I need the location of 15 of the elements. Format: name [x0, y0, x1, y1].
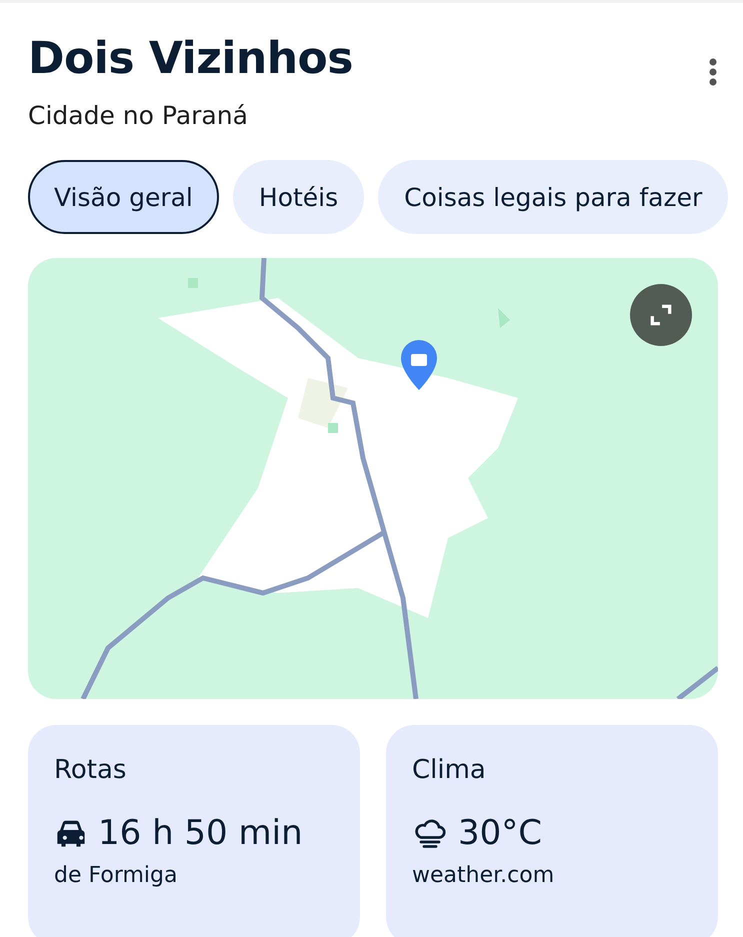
card-value: 30°C [458, 813, 542, 854]
place-title: Dois Vizinhos [28, 35, 353, 84]
info-card[interactable]: Rotas 16 h 50 min de Formiga [28, 725, 360, 937]
card-source: de Formiga [54, 863, 178, 888]
more-options-icon[interactable] [707, 57, 719, 87]
tab[interactable]: Hotéis [232, 160, 364, 234]
card-value: 16 h 50 min [98, 813, 303, 854]
info-card[interactable]: Clima 30°C weather.com [386, 725, 718, 937]
card-title: Rotas [54, 755, 128, 786]
card-title: Clima [412, 755, 487, 786]
expand-icon [648, 302, 674, 328]
card-source: weather.com [412, 863, 556, 888]
place-subtitle: Cidade no Paraná [28, 101, 249, 130]
tab[interactable]: Visão geral [28, 160, 219, 234]
tab[interactable]: Coisas legais para fazer [378, 160, 728, 234]
